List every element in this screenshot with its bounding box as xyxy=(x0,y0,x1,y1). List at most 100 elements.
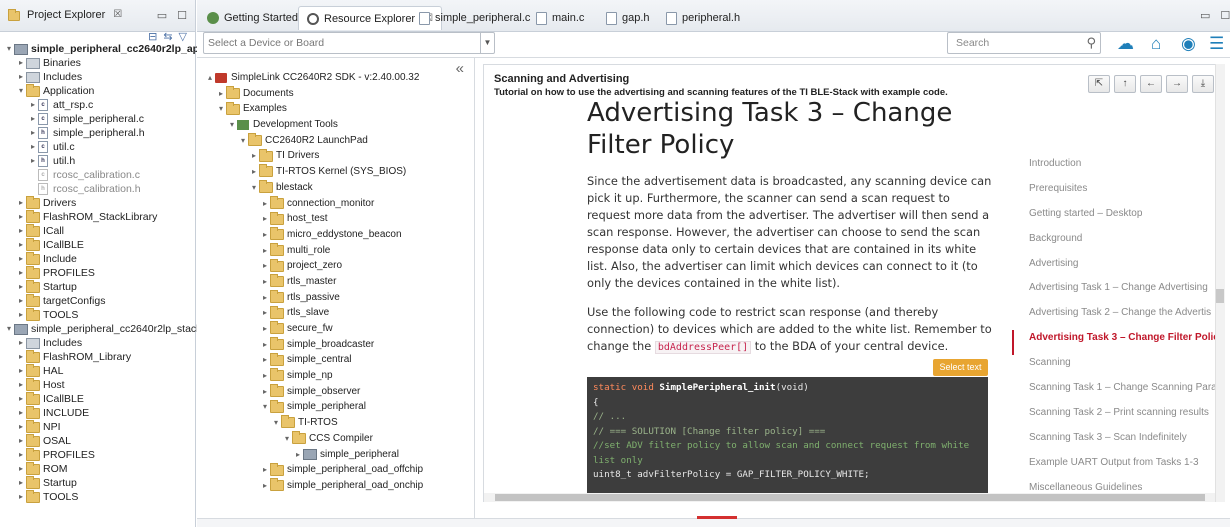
tree-item[interactable]: ▸ Startup xyxy=(0,475,195,490)
chevron-right-icon[interactable]: ▸ xyxy=(16,476,26,490)
chevron-right-icon[interactable]: ▸ xyxy=(16,350,26,364)
tree-item[interactable]: ▸ Include xyxy=(0,251,195,266)
chevron-down-icon[interactable]: ▾ xyxy=(260,399,270,415)
minimize-icon[interactable]: ▭ xyxy=(157,9,167,22)
resource-tree-item[interactable]: ▸ connection_monitor xyxy=(201,195,474,212)
search-icon[interactable]: ⚲ xyxy=(1086,35,1096,51)
editor-tab[interactable]: main.c xyxy=(528,6,592,30)
chevron-right-icon[interactable]: ▸ xyxy=(260,352,270,368)
toc-item[interactable]: Prerequisites xyxy=(1029,182,1224,207)
toc-item[interactable]: Advertising Task 1 – Change Advertising xyxy=(1029,281,1224,306)
resource-tree-item[interactable]: ▾ simple_peripheral xyxy=(201,399,474,415)
chevron-right-icon[interactable]: ▸ xyxy=(16,434,26,448)
scrollbar-thumb[interactable] xyxy=(1216,289,1224,303)
chevron-right-icon[interactable]: ▸ xyxy=(28,140,38,154)
tree-item[interactable]: ▸ ICallBLE xyxy=(0,237,195,252)
toc-item[interactable]: Advertising xyxy=(1029,257,1224,282)
tree-item[interactable]: ▸ TOOLS xyxy=(0,307,195,322)
chevron-right-icon[interactable]: ▸ xyxy=(260,321,270,337)
chevron-right-icon[interactable]: ▸ xyxy=(28,126,38,140)
tree-item[interactable]: ▸ TOOLS xyxy=(0,489,195,504)
resource-tree-item[interactable]: ▸ simple_peripheral_oad_offchip xyxy=(201,462,474,478)
resource-tree-item[interactable]: ▸ simple_central xyxy=(201,352,474,368)
chevron-right-icon[interactable]: ▸ xyxy=(260,368,270,384)
chevron-right-icon[interactable]: ▸ xyxy=(16,448,26,462)
select-text-button[interactable]: Select text xyxy=(933,359,988,376)
resource-tree-item[interactable]: ▸ project_zero xyxy=(201,258,474,274)
forward-icon[interactable]: → xyxy=(1166,75,1188,93)
chevron-down-icon[interactable]: ▾ xyxy=(271,415,281,431)
chevron-right-icon[interactable]: ▸ xyxy=(260,243,270,259)
chevron-right-icon[interactable]: ▸ xyxy=(16,308,26,322)
tree-item[interactable]: ▸ Includes xyxy=(0,336,195,350)
toc-item[interactable]: Scanning Task 3 – Scan Indefinitely xyxy=(1029,431,1224,456)
chevron-right-icon[interactable]: ▸ xyxy=(16,294,26,308)
chevron-right-icon[interactable]: ▸ xyxy=(260,478,270,494)
tree-item[interactable]: ▸ ICall xyxy=(0,223,195,238)
tree-item[interactable]: ▸ ICallBLE xyxy=(0,391,195,406)
tree-item[interactable]: ▸ h util.h xyxy=(0,154,195,168)
resource-tree-item[interactable]: ▸ multi_role xyxy=(201,242,474,259)
toc-item[interactable]: Advertising Task 2 – Change the Advertis xyxy=(1029,306,1224,331)
tree-item[interactable]: ▸ PROFILES xyxy=(0,265,195,280)
toc-item[interactable]: Scanning Task 2 – Print scanning results xyxy=(1029,406,1224,431)
chevron-right-icon[interactable]: ▸ xyxy=(249,148,259,164)
chevron-right-icon[interactable]: ▸ xyxy=(260,337,270,353)
chevron-right-icon[interactable]: ▸ xyxy=(28,112,38,126)
chevron-right-icon[interactable]: ▸ xyxy=(16,210,26,224)
tree-item[interactable]: ▸ NPI xyxy=(0,419,195,434)
open-external-icon[interactable]: ⇱ xyxy=(1088,75,1110,93)
toc-item[interactable]: Example UART Output from Tasks 1-3 xyxy=(1029,456,1224,481)
toc-item[interactable]: Advertising Task 3 – Change Filter Polic… xyxy=(1029,331,1224,356)
toc-item[interactable]: Scanning Task 1 – Change Scanning Para xyxy=(1029,381,1224,406)
tree-item[interactable]: ▸ FlashROM_StackLibrary xyxy=(0,209,195,224)
resource-tree-item[interactable]: ▸ rtls_master xyxy=(201,274,474,290)
tree-item[interactable]: ▸ Drivers xyxy=(0,195,195,210)
menu-icon[interactable]: ☰ xyxy=(1209,34,1224,54)
chevron-down-icon[interactable]: ▾ xyxy=(249,180,259,196)
resource-tree-item[interactable]: ▴ SimpleLink CC2640R2 SDK - v:2.40.00.32 xyxy=(201,70,474,86)
chevron-down-icon[interactable]: ▾ xyxy=(216,101,226,117)
chevron-right-icon[interactable]: ▸ xyxy=(260,274,270,290)
toc-item[interactable]: Introduction xyxy=(1029,157,1224,182)
toc-item[interactable]: Scanning xyxy=(1029,356,1224,381)
chevron-right-icon[interactable]: ▸ xyxy=(28,154,38,168)
resource-tree-item[interactable]: ▸ secure_fw xyxy=(201,321,474,337)
chevron-right-icon[interactable]: ▸ xyxy=(260,227,270,243)
tree-item[interactable]: ▸ FlashROM_Library xyxy=(0,349,195,364)
chevron-right-icon[interactable]: ▴ xyxy=(205,70,215,86)
chevron-right-icon[interactable]: ▸ xyxy=(260,211,270,227)
chevron-right-icon[interactable]: ▸ xyxy=(16,420,26,434)
tree-item[interactable]: ▸ Startup xyxy=(0,279,195,294)
project-explorer-tab[interactable]: Project Explorer ☒ xyxy=(2,5,128,27)
resource-tree-item[interactable]: ▸ simple_broadcaster xyxy=(201,337,474,353)
chevron-right-icon[interactable]: ▸ xyxy=(260,384,270,400)
resource-tree-item[interactable]: ▾ Development Tools xyxy=(201,117,474,133)
chevron-right-icon[interactable]: ▸ xyxy=(16,392,26,406)
tree-item[interactable]: ▾ simple_peripheral_cc2640r2lp_stack_li xyxy=(0,322,212,336)
chevron-right-icon[interactable]: ▸ xyxy=(16,224,26,238)
tree-item[interactable]: ▸ Binaries xyxy=(0,56,195,70)
chevron-right-icon[interactable]: ▸ xyxy=(260,305,270,321)
resource-tree-item[interactable]: ▸ simple_observer xyxy=(201,384,474,400)
resource-tree-item[interactable]: ▾ blestack xyxy=(201,180,474,196)
tree-item[interactable]: ▸ Host xyxy=(0,377,195,392)
chevron-right-icon[interactable]: ▸ xyxy=(28,98,38,112)
tree-item[interactable]: ▸ c simple_peripheral.c xyxy=(0,112,195,126)
resource-tree-item[interactable]: ▸ simple_peripheral_oad_onchip xyxy=(201,478,474,494)
chevron-right-icon[interactable]: ▸ xyxy=(16,280,26,294)
tree-item[interactable]: ▸ OSAL xyxy=(0,433,195,448)
resource-tree-item[interactable]: ▸ micro_eddystone_beacon xyxy=(201,227,474,243)
search-input[interactable]: Search ⚲ xyxy=(947,32,1101,54)
cloud-icon[interactable]: ☁ xyxy=(1117,34,1134,54)
resource-tree-item[interactable]: ▾ TI-RTOS xyxy=(201,415,474,431)
editor-tab[interactable]: peripheral.h xyxy=(658,6,748,30)
close-icon[interactable]: ☒ xyxy=(113,9,122,20)
chevron-right-icon[interactable]: ▸ xyxy=(16,266,26,280)
chevron-right-icon[interactable]: ▸ xyxy=(260,196,270,212)
resource-tree-item[interactable]: ▾ CC2640R2 LaunchPad xyxy=(201,133,474,149)
eye-icon[interactable]: ◉ xyxy=(1181,34,1196,54)
chevron-right-icon[interactable]: ▸ xyxy=(260,258,270,274)
editor-tab[interactable]: simple_peripheral.c xyxy=(411,6,538,30)
tree-item[interactable]: h rcosc_calibration.h xyxy=(0,182,195,196)
